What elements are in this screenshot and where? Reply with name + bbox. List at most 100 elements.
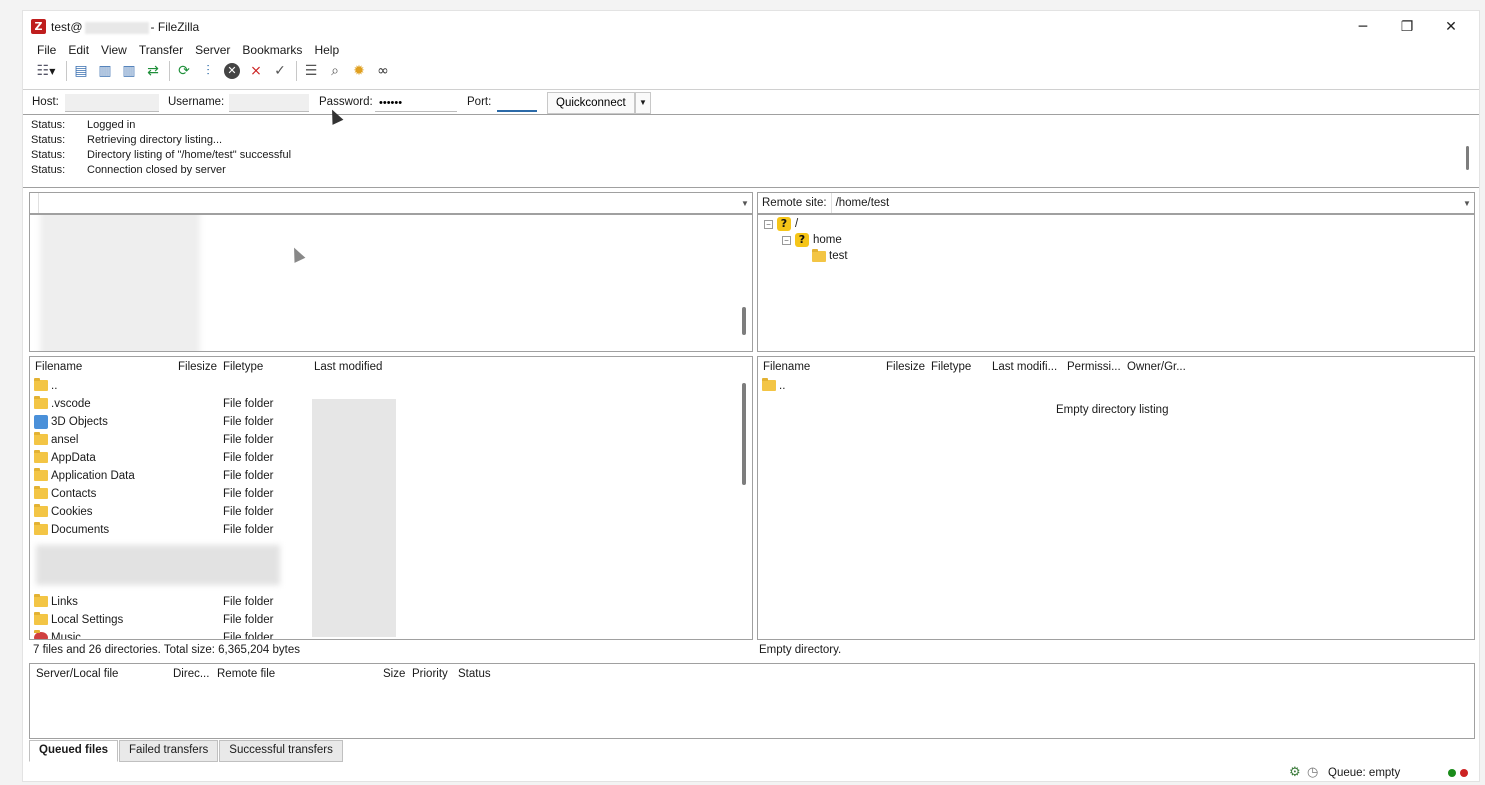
column-header-filename[interactable]: Filename [763,357,883,377]
host-label: Host: [32,96,59,108]
list-item[interactable]: Contacts [34,485,96,503]
folder-icon [34,378,48,392]
disconnect-icon[interactable]: ⨯ [245,60,267,82]
password-input[interactable] [375,94,457,112]
list-item[interactable]: Application Data [34,467,135,485]
column-header-last-modified[interactable]: Last modified [314,357,404,377]
log-line: Status: Directory listing of "/home/test"… [31,149,292,161]
tab-failed-transfers[interactable]: Failed transfers [119,740,219,762]
refresh-icon[interactable]: ⟳ [173,60,195,82]
column-header-filename[interactable]: Filename [35,357,175,377]
column-header-permissions[interactable]: Permissi... [1067,357,1122,377]
remote-tree[interactable]: − ? / − ? home test [757,214,1475,352]
menu-bookmarks[interactable]: Bookmarks [236,41,308,59]
column-header-filesize[interactable]: Filesize [178,357,218,377]
remote-file-list[interactable]: Filename Filesize Filetype Last modifi..… [757,356,1475,640]
transfer-queue[interactable]: Server/Local file Direc... Remote file S… [29,663,1475,739]
toggle-local-tree-icon[interactable]: ▥ [94,60,116,82]
menu-help[interactable]: Help [308,41,345,59]
site-manager-icon[interactable]: ☷ ▼ [31,60,61,82]
collapse-icon[interactable]: − [764,219,773,229]
column-header-filetype[interactable]: Filetype [931,357,987,377]
gear-icon[interactable]: ⚙ [1289,765,1301,780]
transfer-led-red-icon [1460,769,1468,777]
quickconnect-button[interactable]: Quickconnect [547,92,635,114]
tree-node-test[interactable]: test [812,248,848,262]
tree-node-home[interactable]: − ? home [782,233,842,247]
local-file-list[interactable]: Filename Filesize Filetype Last modified… [29,356,753,640]
list-item[interactable]: .vscode [34,395,91,413]
cancel-operation-icon[interactable]: ✕ [221,60,243,82]
menu-edit[interactable]: Edit [62,41,95,59]
tree-node-root[interactable]: − ? / [764,217,798,231]
column-header-filetype[interactable]: Filetype [223,357,303,377]
menu-server[interactable]: Server [189,41,236,59]
port-input[interactable] [497,94,537,112]
queue-status: Queue: empty [1328,767,1401,779]
column-header-direction[interactable]: Direc... [173,664,213,684]
sync-browsing-icon[interactable]: ✹ [348,60,370,82]
column-header-server-local-file[interactable]: Server/Local file [36,664,166,684]
toggle-transfer-queue-icon[interactable]: ⇄ [142,60,164,82]
column-header-size[interactable]: Size [383,664,407,684]
toolbar-separator [66,61,67,81]
column-header-last-modified[interactable]: Last modifi... [992,357,1062,377]
username-input[interactable] [229,94,309,112]
toggle-remote-tree-icon[interactable]: ▥ [118,60,140,82]
folder-icon [34,450,48,464]
folder-icon [34,612,48,626]
menu-bar: File Edit View Transfer Server Bookmarks… [31,41,345,59]
search-remote-icon[interactable]: ∞ [372,60,394,82]
list-item[interactable]: .. [762,377,785,395]
column-header-priority[interactable]: Priority [412,664,454,684]
toggle-filter-icon[interactable]: ⌕ [324,60,346,82]
menu-transfer[interactable]: Transfer [133,41,189,59]
list-item[interactable]: .. [34,377,57,395]
directory-filter-icon[interactable]: ☰ [300,60,322,82]
list-item[interactable]: Links [34,593,78,611]
list-item-type: File folder [223,506,274,518]
host-input[interactable] [65,94,159,112]
folder-icon [812,248,826,262]
local-tree-scrollbar[interactable] [742,307,746,335]
list-item[interactable]: AppData [34,449,96,467]
speed-limit-icon[interactable]: ◷ [1307,765,1318,780]
list-item[interactable]: 3D Objects [34,413,108,431]
remote-summary: Empty directory. [759,644,842,656]
list-item-type: File folder [223,452,274,464]
unknown-folder-icon: ? [777,217,791,231]
list-item[interactable]: Local Settings [34,611,123,629]
empty-listing-message: Empty directory listing [1056,404,1169,416]
chevron-down-icon[interactable]: ▼ [1460,199,1474,208]
list-item[interactable]: Cookies [34,503,93,521]
quickconnect-bar: Host: Username: Password: Port: Quickcon… [23,89,1479,115]
remote-site-path[interactable]: /home/test [830,193,1460,213]
column-header-filesize[interactable]: Filesize [886,357,928,377]
chevron-down-icon[interactable]: ▼ [738,199,752,208]
process-queue-icon[interactable]: ⫶ [197,60,219,82]
folder-icon [34,504,48,518]
log-scrollbar[interactable] [1466,146,1469,170]
column-header-remote-file[interactable]: Remote file [217,664,337,684]
menu-file[interactable]: File [31,41,62,59]
menu-view[interactable]: View [95,41,133,59]
local-list-scrollbar[interactable] [742,383,746,485]
local-site-path[interactable] [38,193,738,213]
local-tree[interactable] [29,214,753,352]
folder-icon [34,522,48,536]
restore-button[interactable]: ❐ [1385,13,1429,41]
quickconnect-history-dropdown[interactable]: ▼ [635,92,651,114]
collapse-icon[interactable]: − [782,235,791,245]
list-item[interactable]: ansel [34,431,79,449]
column-header-owner-group[interactable]: Owner/Gr... [1127,357,1197,377]
minimize-button[interactable]: ─ [1341,13,1385,41]
column-header-status[interactable]: Status [458,664,498,684]
tab-queued-files[interactable]: Queued files [29,740,119,762]
reconnect-icon[interactable]: ✓ [269,60,291,82]
list-item[interactable]: Music [34,629,81,639]
toggle-message-log-icon[interactable]: ▤ [70,60,92,82]
folder-icon [34,432,48,446]
list-item[interactable]: Documents [34,521,109,539]
tab-successful-transfers[interactable]: Successful transfers [219,740,343,762]
close-button[interactable]: ✕ [1429,13,1473,41]
